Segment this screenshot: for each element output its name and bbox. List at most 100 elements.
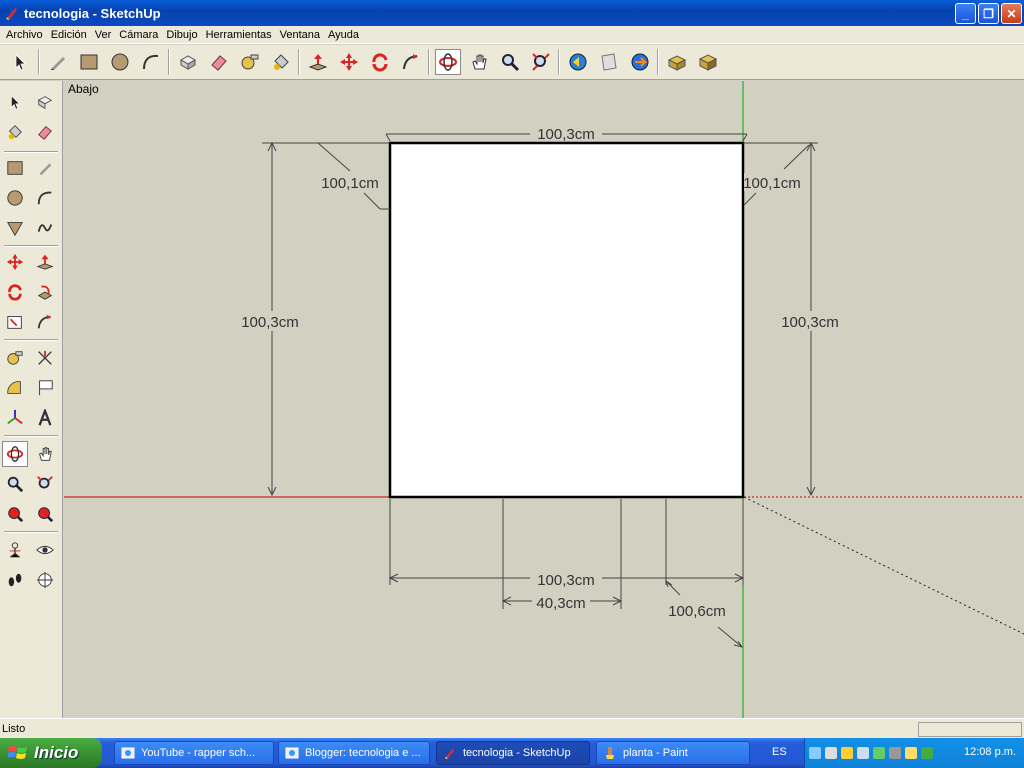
dimension-top-label: 100,3cm [537,126,595,143]
previous-view-button[interactable] [565,49,591,75]
palette-component-button[interactable] [32,89,58,115]
palette-section-button[interactable] [32,567,58,593]
zoom-extents-button[interactable] [528,49,554,75]
menu-ver[interactable]: Ver [91,29,116,41]
palette-move-button[interactable] [2,249,28,275]
circle-icon [7,190,23,206]
palette-orbit-button[interactable] [2,441,28,467]
polygon-icon [7,222,23,237]
rectangle-tool-button[interactable] [76,49,102,75]
task-paint[interactable]: planta - Paint [596,741,750,765]
tool-palette [0,81,63,718]
make-component-button[interactable] [175,49,201,75]
get-models-button[interactable] [627,49,653,75]
palette-zoom-button[interactable] [2,471,28,497]
follow-me-button[interactable] [398,49,424,75]
task-blogger[interactable]: Blogger: tecnologia e ... [278,741,430,765]
arc-tool-button[interactable] [138,49,164,75]
menu-ventana[interactable]: Ventana [276,29,324,41]
battery-icon[interactable] [921,747,933,759]
menu-dibujo[interactable]: Dibujo [162,29,201,41]
close-button[interactable]: ✕ [1001,3,1022,24]
rotate-tool-button[interactable] [367,49,393,75]
palette-eraser-button[interactable] [32,119,58,145]
device-icon[interactable] [889,747,901,759]
palette-3d-text-button[interactable] [32,405,58,431]
network-icon[interactable] [809,747,821,759]
menu-ayuda[interactable]: Ayuda [324,29,363,41]
restore-button[interactable]: ❐ [978,3,999,24]
pan-tool-button[interactable] [466,49,492,75]
palette-freehand-button[interactable] [32,215,58,241]
paint-bucket-button[interactable] [268,49,294,75]
freehand-icon [37,224,53,232]
tape-measure-icon [7,351,23,365]
palette-offset-button[interactable] [2,309,28,335]
palette-arc-button[interactable] [32,185,58,211]
palette-zoom-window-button[interactable] [32,471,58,497]
dimension-icon [38,350,52,365]
palette-polygon-button[interactable] [2,215,28,241]
move-tool-button[interactable] [336,49,362,75]
palette-paint-button[interactable] [2,119,28,145]
palette-protractor-button[interactable] [2,375,28,401]
zoom-icon [7,476,24,493]
palette-rotate-button[interactable] [2,279,28,305]
palette-dimension-button[interactable] [32,345,58,371]
orbit-tool-button[interactable] [435,49,461,75]
palette-position-camera-button[interactable] [2,537,28,563]
model-face[interactable] [388,141,745,499]
taskbar: Inicio YouTube - rapper sch... Blogger: … [0,738,1024,768]
pencil-tool-button[interactable] [45,49,71,75]
volume-icon[interactable] [825,747,837,759]
next-view-button[interactable] [596,49,622,75]
circle-tool-button[interactable] [107,49,133,75]
window-title: tecnologia - SketchUp [24,5,161,21]
palette-tape-button[interactable] [2,345,28,371]
follow-me-icon [37,314,52,329]
push-pull-button[interactable] [305,49,331,75]
select-tool-button[interactable] [7,49,33,75]
palette-zoom-extents-button[interactable] [2,501,28,527]
palette-look-around-button[interactable] [32,537,58,563]
palette-previous-button[interactable] [32,501,58,527]
task-label: YouTube - rapper sch... [141,747,256,759]
language-indicator[interactable]: ES [772,746,787,758]
menu-herramientas[interactable]: Herramientas [202,29,276,41]
section-plane-icon [36,571,54,589]
palette-line-button[interactable] [32,155,58,181]
start-button[interactable]: Inicio [0,738,102,768]
drawing-viewport[interactable]: Abajo 100,3cm 100,3cm 100,1cm 100,3cm 10… [64,81,1024,718]
minimize-button[interactable]: _ [955,3,976,24]
eraser-tool-button[interactable] [206,49,232,75]
rotate-icon [8,284,22,301]
security-shield-icon[interactable] [841,747,853,759]
palette-walk-button[interactable] [2,567,28,593]
menu-archivo[interactable]: Archivo [2,29,47,41]
palette-text-button[interactable] [32,375,58,401]
tape-measure-icon [241,54,259,70]
wireless-icon[interactable] [873,747,885,759]
palette-rectangle-button[interactable] [2,155,28,181]
tape-measure-button[interactable] [237,49,263,75]
palette-scale-button[interactable] [32,279,58,305]
task-sketchup[interactable]: tecnologia - SketchUp [436,741,590,765]
title-bar: tecnologia - SketchUp _ ❐ ✕ [0,0,1024,26]
palette-pan-button[interactable] [32,441,58,467]
clock: 12:08 p.m. [964,746,1016,758]
measurements-box[interactable] [918,722,1022,737]
palette-push-pull-button[interactable] [32,249,58,275]
task-youtube[interactable]: YouTube - rapper sch... [114,741,274,765]
palette-axes-button[interactable] [2,405,28,431]
menu-camara[interactable]: Cámara [115,29,162,41]
palette-select-button[interactable] [2,89,28,115]
components-button[interactable] [695,49,721,75]
palette-follow-me-button[interactable] [32,309,58,335]
menu-edicion[interactable]: Edición [47,29,91,41]
folder-icon[interactable] [905,747,917,759]
share-model-button[interactable] [664,49,690,75]
zoom-tool-button[interactable] [497,49,523,75]
footprints-icon [8,573,22,587]
monitor-icon[interactable] [857,747,869,759]
palette-circle-button[interactable] [2,185,28,211]
